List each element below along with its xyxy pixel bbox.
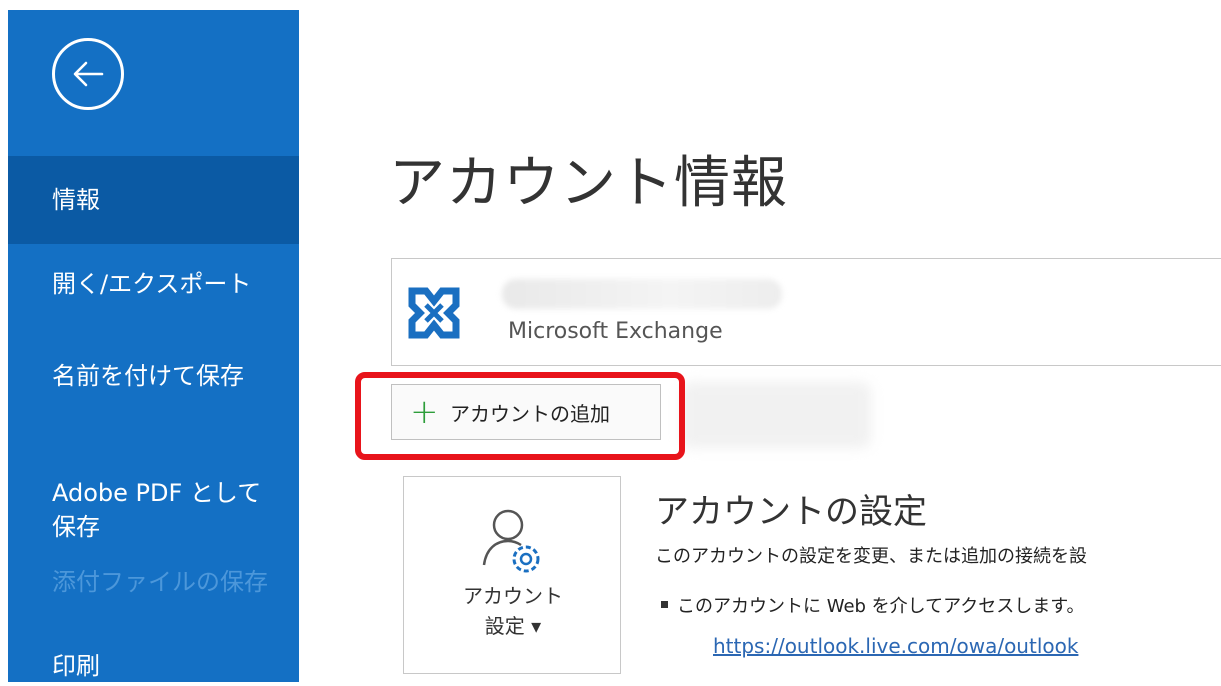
web-access-text: このアカウントに Web を介してアクセスします。 (677, 596, 1085, 617)
section-title: アカウントの設定 (655, 492, 927, 532)
account-email-redacted (502, 279, 782, 309)
sidebar-item-save-attachments: 添付ファイルの保存 (8, 562, 299, 602)
sidebar-item-save-as[interactable]: 名前を付けて保存 (8, 356, 299, 396)
redacted-area (681, 382, 871, 448)
page-title: アカウント情報 (389, 151, 788, 216)
section-description: このアカウントの設定を変更、または追加の接続を設 (655, 546, 1087, 567)
exchange-logo-icon (408, 287, 460, 339)
sidebar-item-label: 名前を付けて保存 (52, 362, 244, 390)
account-selector[interactable]: Microsoft Exchange (391, 258, 1221, 366)
account-settings-icon (482, 509, 540, 573)
sidebar-item-info[interactable]: 情報 (8, 156, 299, 244)
back-arrow-icon (73, 61, 104, 87)
bullet-icon (661, 601, 668, 608)
sidebar-item-print[interactable]: 印刷 (8, 646, 299, 686)
main-panel: アカウント情報 Microsoft Exchange + アカウントの追加 アカ… (299, 10, 1221, 682)
add-account-label: アカウントの追加 (450, 401, 610, 426)
back-button[interactable] (52, 38, 124, 110)
owa-link[interactable]: https://outlook.live.com/owa/outlook (713, 634, 1078, 658)
tile-label-line1: アカウント (463, 584, 563, 608)
sidebar-item-label: Adobe PDF として 保存 (52, 479, 262, 541)
account-type: Microsoft Exchange (508, 319, 723, 344)
plus-icon: + (410, 392, 439, 432)
sidebar-item-open-export[interactable]: 開く/エクスポート (8, 264, 299, 304)
tile-label-line2: 設定 ▾ (484, 614, 542, 638)
sidebar-item-save-as-pdf[interactable]: Adobe PDF として 保存 (8, 442, 299, 541)
add-account-button[interactable]: + アカウントの追加 (391, 384, 661, 440)
sidebar-item-label: 開く/エクスポート (52, 270, 252, 298)
account-settings-label: アカウント 設定 ▾ (404, 581, 622, 641)
backstage-sidebar: 情報 開く/エクスポート 名前を付けて保存 Adobe PDF として 保存 添… (8, 10, 299, 682)
sidebar-item-label: 添付ファイルの保存 (52, 568, 268, 596)
account-settings-button[interactable]: アカウント 設定 ▾ (403, 476, 621, 674)
sidebar-item-label: 情報 (52, 186, 100, 214)
top-strip (0, 0, 1221, 10)
sidebar-item-label: 印刷 (52, 652, 100, 680)
